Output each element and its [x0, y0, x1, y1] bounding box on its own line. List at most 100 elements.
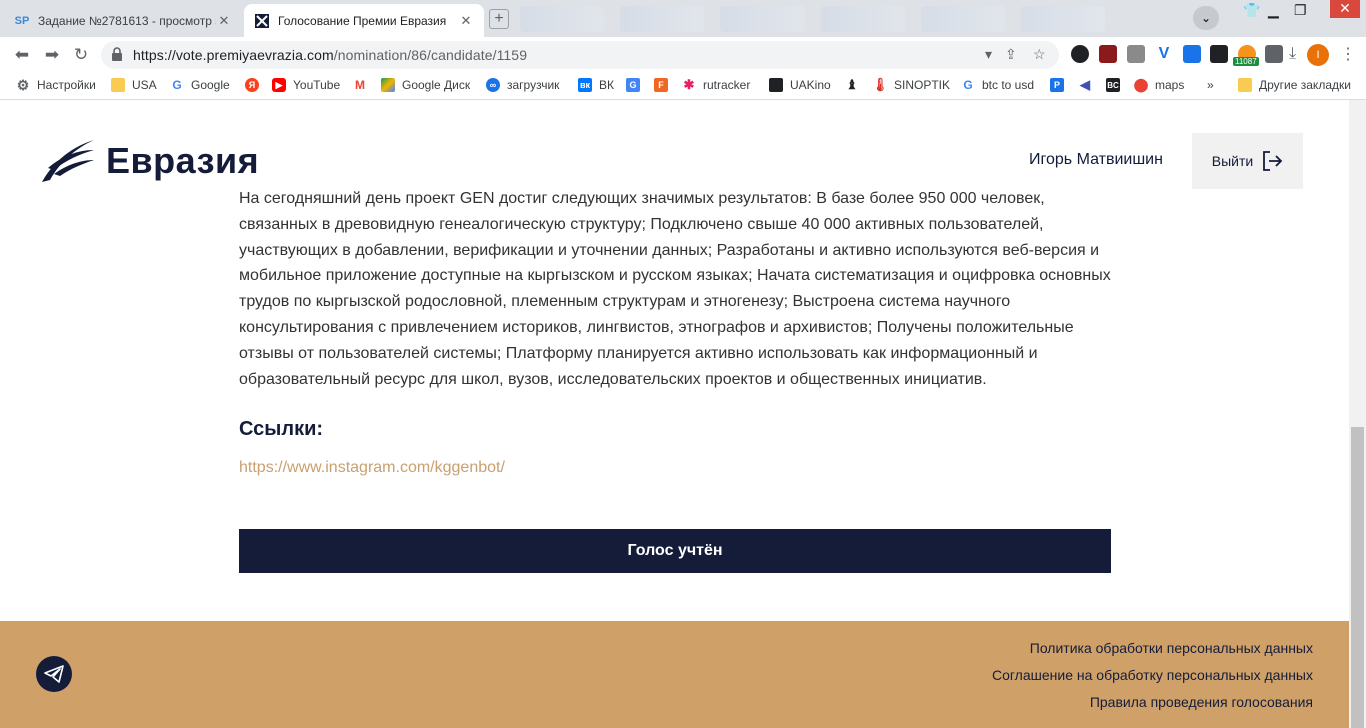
bookmark-arrow[interactable]: ◀	[1078, 77, 1099, 92]
f-icon: F	[654, 78, 668, 92]
downloads-icon[interactable]: ⤓	[1289, 45, 1296, 63]
bookmark-youtube[interactable]: ▶ YouTube	[272, 78, 340, 92]
telegram-icon[interactable]	[36, 656, 72, 692]
bookmarks-overflow[interactable]: »	[1207, 78, 1214, 92]
puzzle-icon[interactable]	[1265, 45, 1283, 63]
scrollbar-thumb[interactable]	[1351, 427, 1364, 728]
background-tabs	[520, 6, 1106, 32]
footer-link-data-consent[interactable]: Соглашение на обработку персональных дан…	[992, 667, 1313, 683]
youtube-icon: ▶	[272, 78, 286, 92]
bookmark-label: загрузчик	[507, 78, 560, 92]
film-icon	[769, 78, 783, 92]
reload-icon[interactable]: ↻	[69, 43, 93, 67]
dropdown-icon[interactable]: ▾	[985, 46, 992, 63]
menu-icon[interactable]: ⋮	[1340, 44, 1356, 64]
bookmark-label: btc to usd	[982, 78, 1035, 92]
bookmark-label: maps	[1155, 78, 1185, 92]
footer-link-voting-rules[interactable]: Правила проведения голосования	[1090, 694, 1313, 710]
minimize-icon[interactable]: ▁	[1268, 2, 1279, 19]
tab-voting[interactable]: Голосование Премии Евразия ✕	[244, 4, 484, 37]
v-extension-icon[interactable]: V	[1155, 45, 1173, 63]
folder-icon	[111, 78, 125, 92]
vote-button[interactable]: Голос учтён	[239, 529, 1111, 573]
links-heading: Ссылки:	[239, 418, 324, 440]
tab-task[interactable]: SP Задание №2781613 - просмотр з ✕	[4, 4, 242, 37]
arrow-left-icon: ◀	[1080, 77, 1090, 92]
chess-icon: ♝	[846, 77, 858, 92]
globe-extension-icon[interactable]	[1071, 45, 1089, 63]
bookmark-yandex[interactable]: Я	[245, 78, 266, 92]
bookmark-translate[interactable]: G	[626, 78, 647, 92]
bookmark-label: YouTube	[293, 78, 341, 92]
page-viewport: Евразия Игорь Матвиишин Выйти На сегодня…	[0, 100, 1349, 728]
site-header: Евразия Игорь Матвиишин Выйти	[0, 100, 1349, 190]
terminal-icon[interactable]	[1210, 45, 1228, 63]
bookmark-google-drive[interactable]: Google Диск	[381, 78, 470, 92]
lock-icon	[112, 47, 122, 61]
bookmark-rutracker[interactable]: ✱ rutracker	[682, 77, 751, 92]
download-extension-icon[interactable]	[1183, 45, 1201, 63]
sp-favicon: SP	[14, 14, 30, 27]
bookmark-bc[interactable]: BC	[1106, 78, 1127, 92]
avatar[interactable]: I	[1307, 44, 1329, 66]
star-icon[interactable]: ☆	[1033, 46, 1046, 63]
map-pin-icon: ⬤	[1133, 77, 1149, 92]
briefcase-icon[interactable]	[1127, 45, 1145, 63]
bc-icon: BC	[1106, 78, 1120, 92]
bookmark-label: USA	[132, 78, 157, 92]
bookmark-maps[interactable]: ⬤ maps	[1133, 77, 1185, 92]
address-bar[interactable]: https://vote.premiyaevrazia.com/nominati…	[101, 41, 1059, 69]
bookmark-label: Google Диск	[402, 78, 471, 92]
thermometer-icon: 🌡	[871, 77, 889, 92]
url-domain: https://vote.premiyaevrazia.com	[133, 47, 334, 63]
new-tab-button[interactable]: +	[489, 9, 509, 29]
bookmark-label: SINOPTIK	[894, 78, 951, 92]
bookmark-label: ВК	[599, 78, 614, 92]
bookmark-settings[interactable]: ⚙ Настройки	[16, 76, 96, 93]
maximize-icon[interactable]: ❐	[1294, 2, 1307, 19]
instagram-link[interactable]: https://www.instagram.com/kggenbot/	[239, 459, 505, 477]
vk-icon: вк	[578, 78, 592, 92]
bookmark-sinoptik[interactable]: 🌡 SINOPTIK	[871, 77, 951, 92]
user-name[interactable]: Игорь Матвиишин	[1029, 151, 1163, 169]
evrazia-favicon	[254, 13, 270, 29]
bookmark-p[interactable]: P	[1050, 78, 1071, 92]
chevron-down-icon[interactable]: ⌄	[1193, 6, 1219, 30]
tab-strip: SP Задание №2781613 - просмотр з ✕ Голос…	[0, 0, 1366, 37]
p-icon: P	[1050, 78, 1064, 92]
bookmark-label: rutracker	[703, 78, 751, 92]
bookmark-btc-to-usd[interactable]: Gbtc to usd	[961, 78, 1034, 92]
site-logo[interactable]: Евразия	[40, 138, 259, 184]
bookmark-f[interactable]: F	[654, 78, 675, 92]
back-icon[interactable]: ⬅	[10, 43, 34, 67]
candidate-description: На сегодняшний день проект GEN достиг сл…	[239, 190, 1111, 388]
bookmark-vk[interactable]: вк ВК	[578, 78, 614, 92]
yandex-icon: Я	[245, 78, 259, 92]
bookmark-chess[interactable]: ♝	[845, 77, 866, 92]
bookmark-usa[interactable]: USA	[111, 78, 157, 92]
close-icon[interactable]: ✕	[458, 13, 474, 29]
logout-button[interactable]: Выйти	[1192, 133, 1303, 189]
gear-icon: ⚙	[16, 76, 30, 93]
logout-label: Выйти	[1211, 153, 1254, 169]
shirt-icon[interactable]: 👕	[1243, 2, 1260, 19]
folder-icon	[1238, 78, 1252, 92]
bookmark-google[interactable]: G Google	[170, 78, 230, 92]
bookmark-gmail[interactable]: M	[353, 78, 374, 92]
bookmark-uakino[interactable]: UAKino	[769, 78, 831, 92]
bookmark-loader[interactable]: ∞ загрузчик	[486, 78, 559, 92]
share-icon[interactable]: ⇪	[1005, 46, 1017, 63]
page-scrollbar[interactable]	[1349, 100, 1366, 728]
url-text: https://vote.premiyaevrazia.com/nominati…	[133, 47, 527, 63]
close-icon[interactable]: ✕	[216, 13, 232, 29]
close-window-icon[interactable]: ✕	[1330, 0, 1360, 18]
bookmark-label: UAKino	[790, 78, 831, 92]
ublock-icon[interactable]	[1099, 45, 1117, 63]
forward-icon[interactable]: ➡	[40, 43, 64, 67]
google-drive-icon	[381, 78, 395, 92]
rutracker-icon: ✱	[683, 77, 695, 92]
infinity-icon: ∞	[486, 78, 500, 92]
bookmark-other[interactable]: Другие закладки	[1238, 78, 1351, 92]
footer-link-privacy-policy[interactable]: Политика обработки персональных данных	[1030, 640, 1313, 656]
bookmark-label: Google	[191, 78, 230, 92]
